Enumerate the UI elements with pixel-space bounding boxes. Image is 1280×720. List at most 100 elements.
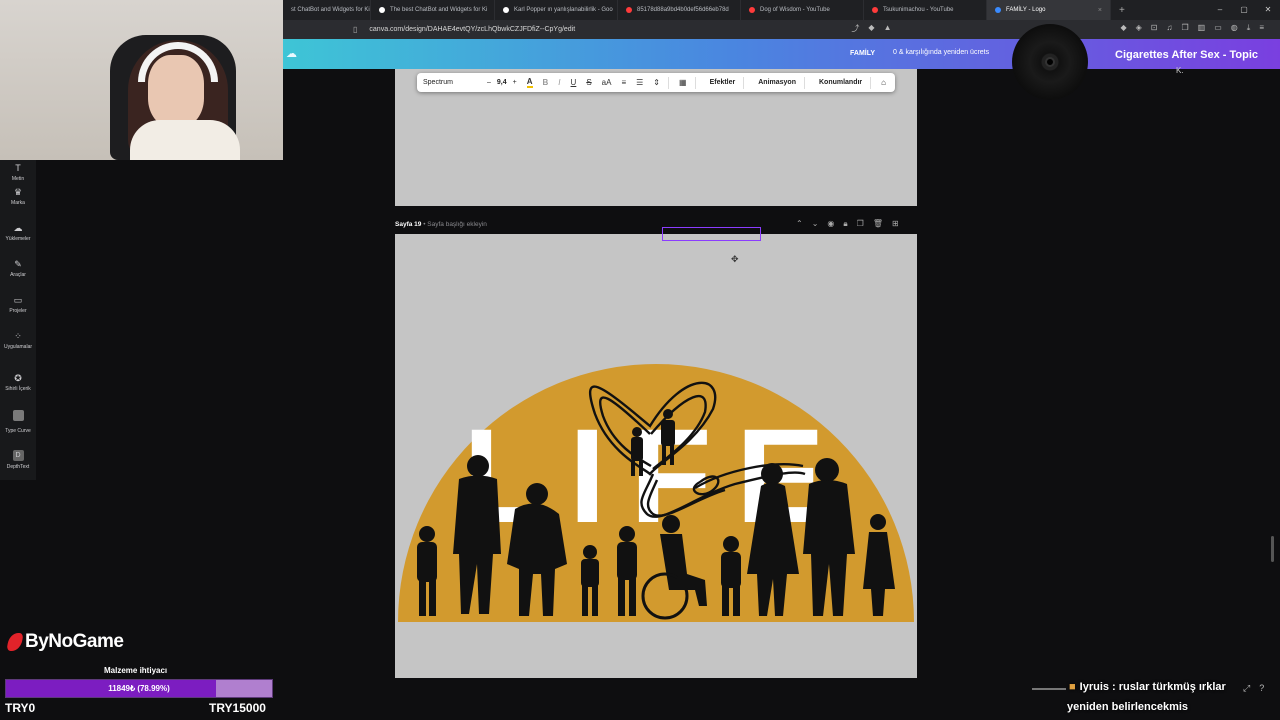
tab-title: Karl Popper ın yanlışlanabilirlik - Goo [514, 7, 613, 13]
list-icon[interactable]: ☰ [636, 78, 643, 87]
move-up-icon[interactable]: ⌃ [796, 219, 803, 229]
sidebar-item-brand[interactable]: ♛ Marka [0, 186, 36, 206]
browser-tab[interactable]: Tsukunimachou - YouTube [864, 0, 987, 20]
page-19-canvas[interactable]: LIFE [395, 234, 917, 678]
webcam-feed [0, 0, 283, 160]
sidebar-item-depthtext[interactable]: D DepthText [0, 444, 36, 470]
screen: st ChatBot and Widgets for Ki The best C… [0, 0, 1280, 720]
bookmark-icon[interactable]: ▯ [353, 25, 357, 34]
font-selector[interactable]: Spectrum [423, 79, 485, 86]
promo-banner[interactable]: 0 & karşılığında yeniden ücrets [893, 49, 989, 56]
sidebar-item-label: Sihirli İçerik [5, 386, 31, 392]
help-icon[interactable]: ? [1259, 683, 1264, 694]
tab-title: st ChatBot and Widgets for Ki [291, 7, 370, 13]
browser-tab[interactable]: Karl Popper ın yanlışlanabilirlik - Goo [495, 0, 618, 20]
divider [743, 76, 745, 89]
chat-message: ■ Iyruis : ruslar türkmüş ırklar [1069, 681, 1226, 693]
flame-icon [6, 633, 24, 651]
decrease-size-button[interactable]: – [487, 79, 491, 86]
font-size-input[interactable]: 9,4 [497, 79, 507, 86]
text-toolbar: Spectrum – 9,4 + A B I U S aA ≡ ☰ ⇕ ▦ Ef… [417, 73, 895, 92]
sidebar-item-apps[interactable]: ⁘ Uygulamalar [0, 330, 36, 350]
browser-tab-active[interactable]: FAMİLY - Logo × [987, 0, 1111, 20]
align-icon[interactable]: ≡ [621, 78, 626, 87]
sidebar-item-label: Marka [11, 200, 25, 206]
maximize-button[interactable]: ▢ [1232, 0, 1256, 20]
page-scrollbar[interactable] [1271, 536, 1274, 562]
window-controls: – ▢ ✕ [1208, 0, 1280, 20]
delete-icon[interactable]: 🗑︎ [873, 219, 883, 229]
divider [694, 76, 696, 89]
move-cursor-icon: ✥ [731, 254, 739, 264]
duplicate-icon[interactable]: ❐ [857, 219, 864, 229]
expand-icon[interactable]: ⤢ [1243, 683, 1250, 694]
minimize-button[interactable]: – [1208, 0, 1232, 20]
apps-icon: ⁘ [14, 331, 22, 341]
magic-icon: ✪ [14, 373, 22, 383]
sidebar-item-label: Uygulamalar [3, 344, 33, 350]
donation-goal-amount: 11849₺ (78.99%) [108, 684, 170, 693]
lock-icon[interactable]: 🔒︎ [843, 219, 847, 229]
depthtext-icon: D [12, 450, 24, 461]
sidebar-item-uploads[interactable]: ☁ Yüklemeler [0, 222, 36, 242]
channel-logo: ByNoGame [6, 631, 124, 653]
sidebar-item-text[interactable]: T Metin [0, 162, 36, 182]
position-button[interactable]: Konumlandır [819, 79, 862, 86]
shield-icon[interactable]: ◆ [868, 23, 874, 34]
spacing-icon[interactable]: ⇕ [653, 78, 660, 87]
sidebar-item-type-curve[interactable]: Type Curve [0, 408, 36, 434]
animation-button[interactable]: Animasyon [758, 79, 796, 86]
move-down-icon[interactable]: ⌄ [812, 219, 819, 229]
song-artist: K. [1176, 66, 1184, 75]
warning-icon[interactable]: ▲ [884, 23, 892, 34]
document-name[interactable]: FAMİLY [850, 50, 875, 57]
browser-tab[interactable]: st ChatBot and Widgets for Ki [283, 0, 371, 20]
goal-min: TRY0 [5, 701, 36, 715]
share-icon[interactable]: ⤴ [851, 23, 859, 34]
page-19-title[interactable]: Sayfa 19 • Sayfa başlığı ekleyin [395, 221, 487, 228]
media-seek-bar[interactable] [1032, 688, 1066, 690]
page-actions: ⌃ ⌄ ◉ 🔒︎ ❐ 🗑︎ ⊞ [796, 219, 899, 229]
strikethrough-icon[interactable]: S [586, 78, 591, 87]
new-tab-button[interactable]: + [1111, 5, 1133, 16]
disc-center [1045, 57, 1055, 67]
life-family-artwork[interactable]: LIFE [395, 234, 917, 678]
tab-title: Dog of Wisdom - YouTube [760, 7, 830, 13]
goal-max: TRY15000 [209, 701, 266, 715]
donation-goal-bar: 11849₺ (78.99%) [5, 679, 273, 698]
divider [668, 76, 669, 89]
effects-button[interactable]: Efektler [710, 79, 736, 86]
increase-size-button[interactable]: + [513, 79, 517, 86]
tab-title: Tsukunimachou - YouTube [883, 7, 954, 13]
close-window-button[interactable]: ✕ [1256, 0, 1280, 20]
paint-format-icon[interactable]: ⌂ [881, 78, 886, 87]
italic-icon[interactable]: I [558, 78, 560, 87]
sidebar-item-magic[interactable]: ✪ Sihirli İçerik [0, 372, 36, 392]
browser-tab[interactable]: Dog of Wisdom - YouTube [741, 0, 864, 20]
sidebar-item-label: Araçlar [10, 272, 26, 278]
tab-close-icon[interactable]: × [1098, 7, 1102, 14]
transparency-icon[interactable]: ▦ [679, 78, 687, 87]
browser-tab[interactable]: The best ChatBot and Widgets for Ki [371, 0, 495, 20]
sidebar-item-tools[interactable]: ✎ Araçlar [0, 258, 36, 278]
url-field[interactable]: canva.com/design/DAHAE4evtQY/zcLhQbwkCZJ… [369, 26, 575, 33]
hide-icon[interactable]: ◉ [827, 219, 834, 229]
streamer-body [130, 120, 240, 160]
text-color-icon[interactable]: A [526, 77, 533, 88]
divider [803, 76, 805, 89]
media-controls: ⤢ ? [1243, 683, 1264, 694]
channel-name: ByNoGame [25, 631, 124, 652]
letter-case-icon[interactable]: aA [602, 78, 612, 87]
vinyl-disc-icon [1012, 24, 1088, 100]
bold-icon[interactable]: B [543, 78, 549, 87]
underline-icon[interactable]: U [571, 78, 577, 87]
tab-title: 85178d88a9bd4b0def56d66eb78d [637, 7, 729, 13]
add-page-icon[interactable]: ⊞ [892, 219, 899, 229]
sidebar-item-label: Type Curve [5, 428, 31, 434]
sidebar-item-projects[interactable]: ▭ Projeler [0, 294, 36, 314]
tab-favicon-icon [379, 7, 385, 13]
browser-tab[interactable]: 85178d88a9bd4b0def56d66eb78d [618, 0, 741, 20]
cloud-save-icon[interactable]: ☁ [286, 47, 297, 60]
selected-text-box[interactable] [662, 227, 761, 241]
page-title-placeholder[interactable]: • Sayfa başlığı ekleyin [421, 221, 487, 228]
